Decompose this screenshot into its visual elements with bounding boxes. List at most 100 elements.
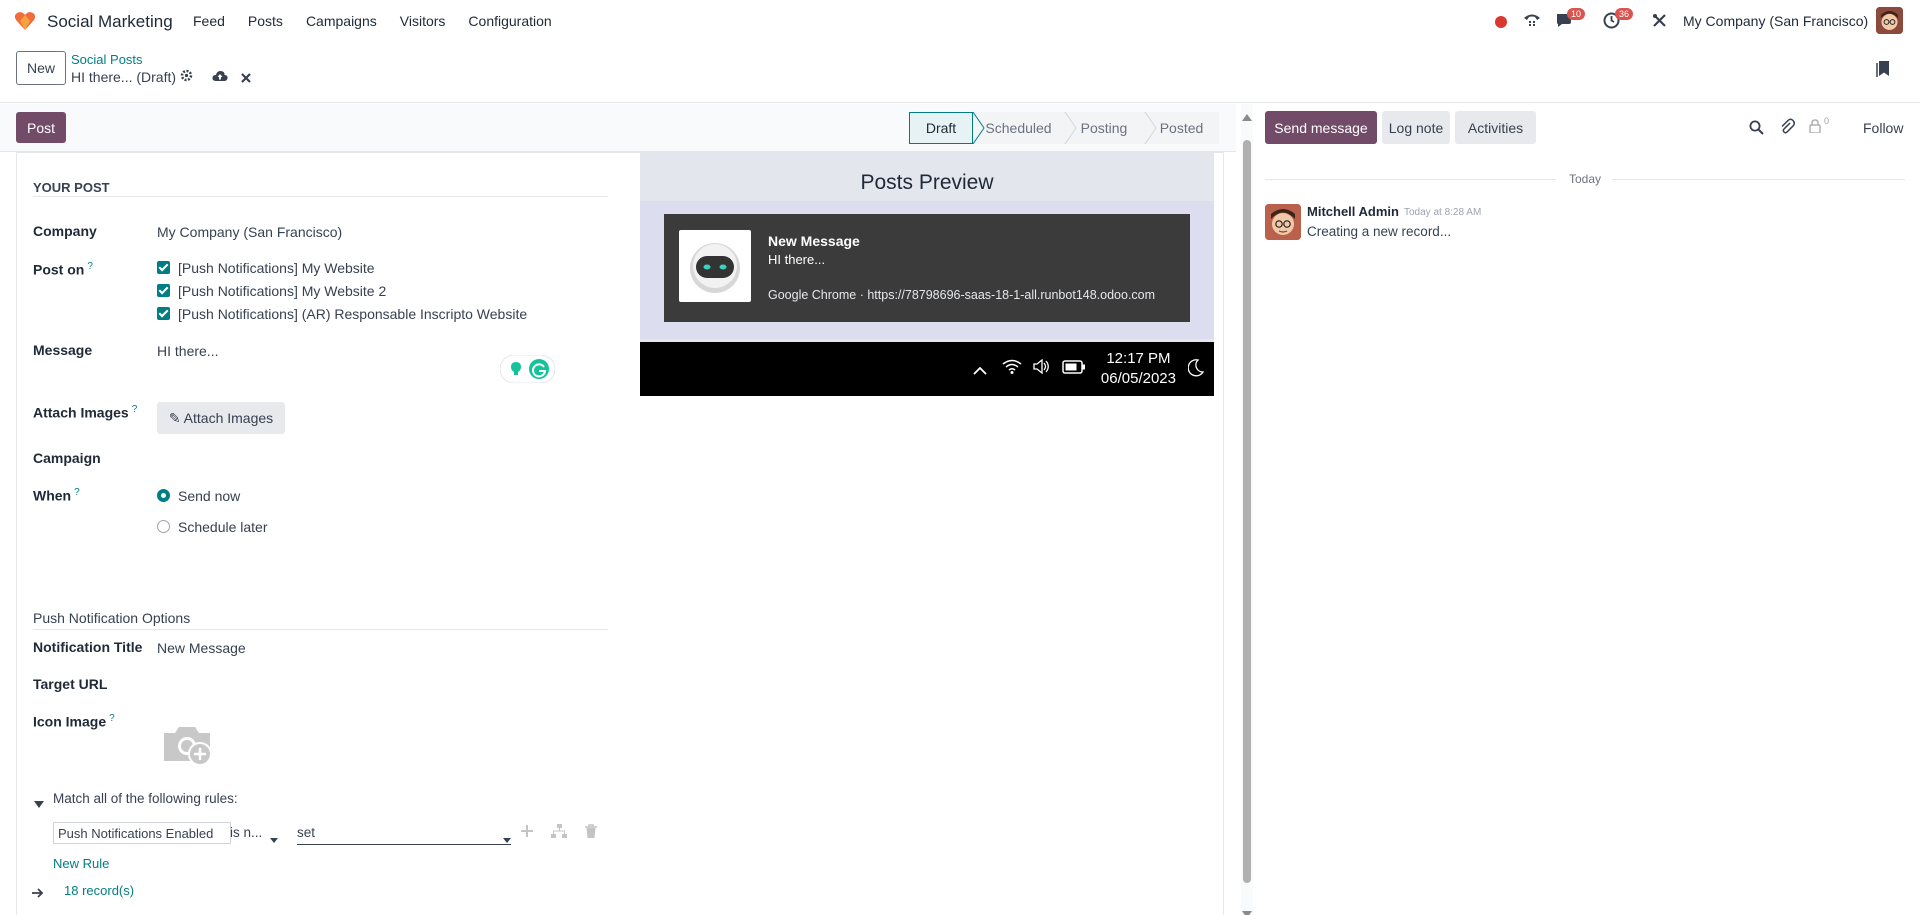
discard-close-icon[interactable]: [241, 70, 251, 86]
bookmark-icon[interactable]: [1876, 61, 1890, 80]
preview-taskbar: 12:17 PM 06/05/2023: [640, 342, 1214, 396]
help-icon[interactable]: ?: [132, 404, 138, 415]
preview-desktop: New Message HI there... Google Chrome · …: [640, 201, 1214, 339]
operator-dropdown-icon[interactable]: [270, 830, 278, 846]
stage-separator-icon: [1144, 112, 1157, 144]
control-panel: New Social Posts HI there... (Draft): [0, 42, 1920, 103]
add-rule-plus-icon[interactable]: [520, 824, 534, 841]
post-on-option-2: [Push Notifications] My Website 2: [178, 283, 387, 299]
post-on-option-1: [Push Notifications] My Website: [178, 260, 375, 276]
save-cloud-icon[interactable]: [212, 69, 228, 85]
help-icon[interactable]: ?: [74, 487, 80, 498]
preview-title: Posts Preview: [860, 171, 994, 194]
follow-button[interactable]: Follow: [1863, 120, 1903, 136]
value-dropdown-icon[interactable]: [503, 830, 511, 846]
company-switcher[interactable]: My Company (San Francisco): [1683, 13, 1868, 29]
menu-feed[interactable]: Feed: [193, 13, 225, 29]
push-options-section: Push Notification Options: [33, 610, 191, 626]
date-divider-label: Today: [1568, 172, 1602, 186]
gear-icon[interactable]: [180, 69, 193, 85]
checkbox-my-website-2[interactable]: [157, 284, 170, 297]
message-author[interactable]: Mitchell Admin: [1307, 204, 1399, 219]
caret-down-icon[interactable]: [34, 796, 44, 812]
message-label: Message: [33, 342, 93, 358]
message-body: Creating a new record...: [1307, 224, 1452, 239]
notification-title: New Message: [768, 233, 860, 249]
checkbox-ar-website[interactable]: [157, 307, 170, 320]
top-navbar: Social Marketing Feed Posts Campaigns Vi…: [0, 0, 1920, 42]
author-avatar[interactable]: [1265, 204, 1301, 240]
scroll-up-arrow-icon[interactable]: [1242, 108, 1252, 124]
rules-header: Match all of the following rules:: [53, 791, 238, 806]
chevron-up-icon: [973, 362, 987, 378]
company-value[interactable]: My Company (San Francisco): [157, 224, 342, 240]
followers-lock-icon[interactable]: [1809, 119, 1821, 136]
section-divider: [33, 196, 608, 197]
activities-button[interactable]: Activities: [1455, 111, 1536, 144]
message-input[interactable]: HI there...: [157, 343, 218, 359]
breadcrumb-current: HI there... (Draft): [71, 69, 177, 85]
activities-clock-icon[interactable]: 36: [1603, 8, 1634, 32]
when-label-text: When: [33, 487, 72, 504]
rule-field-select[interactable]: Push Notifications Enabled: [53, 822, 231, 844]
delete-trash-icon[interactable]: [585, 824, 597, 841]
help-icon[interactable]: ?: [109, 713, 115, 724]
notification-message: HI there...: [768, 252, 826, 267]
notification-title-input[interactable]: New Message: [157, 640, 246, 656]
menu-visitors[interactable]: Visitors: [400, 13, 446, 29]
moon-icon: [1187, 359, 1205, 380]
user-avatar[interactable]: [1876, 7, 1903, 34]
posts-preview: Posts Preview New Message HI there... Go…: [640, 153, 1214, 396]
add-photo-camera-icon[interactable]: [162, 723, 214, 770]
taskbar-time: 12:17 PM: [1106, 350, 1171, 367]
chatter-panel: Send message Log note Activities 0 Follo…: [1253, 104, 1920, 915]
battery-icon: [1062, 360, 1086, 377]
taskbar-clock: 12:17 PM 06/05/2023: [1101, 349, 1176, 389]
menu-configuration[interactable]: Configuration: [468, 13, 551, 29]
tools-icon[interactable]: [1652, 13, 1667, 31]
social-marketing-logo-icon[interactable]: [14, 11, 36, 31]
new-rule-link[interactable]: New Rule: [53, 856, 109, 871]
scroll-down-arrow-icon[interactable]: [1242, 905, 1252, 915]
form-statusbar: Post Draft Scheduled Posting Posted: [0, 104, 1236, 152]
menu-campaigns[interactable]: Campaigns: [306, 13, 377, 29]
add-branch-hierarchy-icon[interactable]: [551, 824, 567, 841]
menu-posts[interactable]: Posts: [248, 13, 283, 29]
recording-dot-icon[interactable]: [1495, 15, 1507, 31]
post-button[interactable]: Post: [16, 112, 66, 143]
new-button[interactable]: New: [16, 51, 66, 85]
company-label: Company: [33, 223, 97, 239]
search-icon[interactable]: [1749, 120, 1764, 138]
taskbar-date: 06/05/2023: [1100, 370, 1176, 387]
stage-separator-icon: [972, 112, 985, 144]
records-count-link[interactable]: 18 record(s): [64, 883, 134, 898]
followers-count: 0: [1824, 116, 1830, 126]
breadcrumb-parent[interactable]: Social Posts: [71, 52, 143, 67]
target-url-label: Target URL: [33, 676, 108, 692]
phone-icon[interactable]: [1523, 12, 1541, 31]
grammarly-icon[interactable]: [499, 354, 556, 386]
app-name[interactable]: Social Marketing: [47, 12, 173, 32]
rule-operator-select[interactable]: is n...: [230, 825, 262, 840]
paperclip-icon[interactable]: [1779, 118, 1795, 138]
stage-draft[interactable]: Draft: [909, 112, 973, 144]
attach-images-label-text: Attach Images: [33, 404, 129, 421]
when-label: When?: [33, 487, 80, 504]
message-date: Today at 8:28 AM: [1404, 207, 1482, 218]
attach-images-button[interactable]: ✎ Attach Images: [157, 402, 285, 434]
attach-images-label: Attach Images?: [33, 404, 137, 421]
radio-send-now[interactable]: [157, 489, 170, 502]
rule-value-select[interactable]: set: [297, 825, 511, 845]
section-divider: [33, 629, 608, 630]
form-scrollbar-thumb[interactable]: [1243, 140, 1251, 883]
messages-icon[interactable]: 10: [1555, 8, 1586, 31]
volume-icon: [1033, 358, 1051, 377]
push-notification-preview: New Message HI there... Google Chrome · …: [664, 214, 1190, 322]
attach-images-button-label: Attach Images: [183, 409, 274, 426]
send-message-button[interactable]: Send message: [1265, 111, 1377, 144]
checkbox-my-website[interactable]: [157, 261, 170, 274]
help-icon[interactable]: ?: [87, 261, 93, 272]
radio-schedule-later[interactable]: [157, 520, 170, 533]
post-on-label: Post on?: [33, 261, 93, 278]
log-note-button[interactable]: Log note: [1382, 111, 1450, 144]
